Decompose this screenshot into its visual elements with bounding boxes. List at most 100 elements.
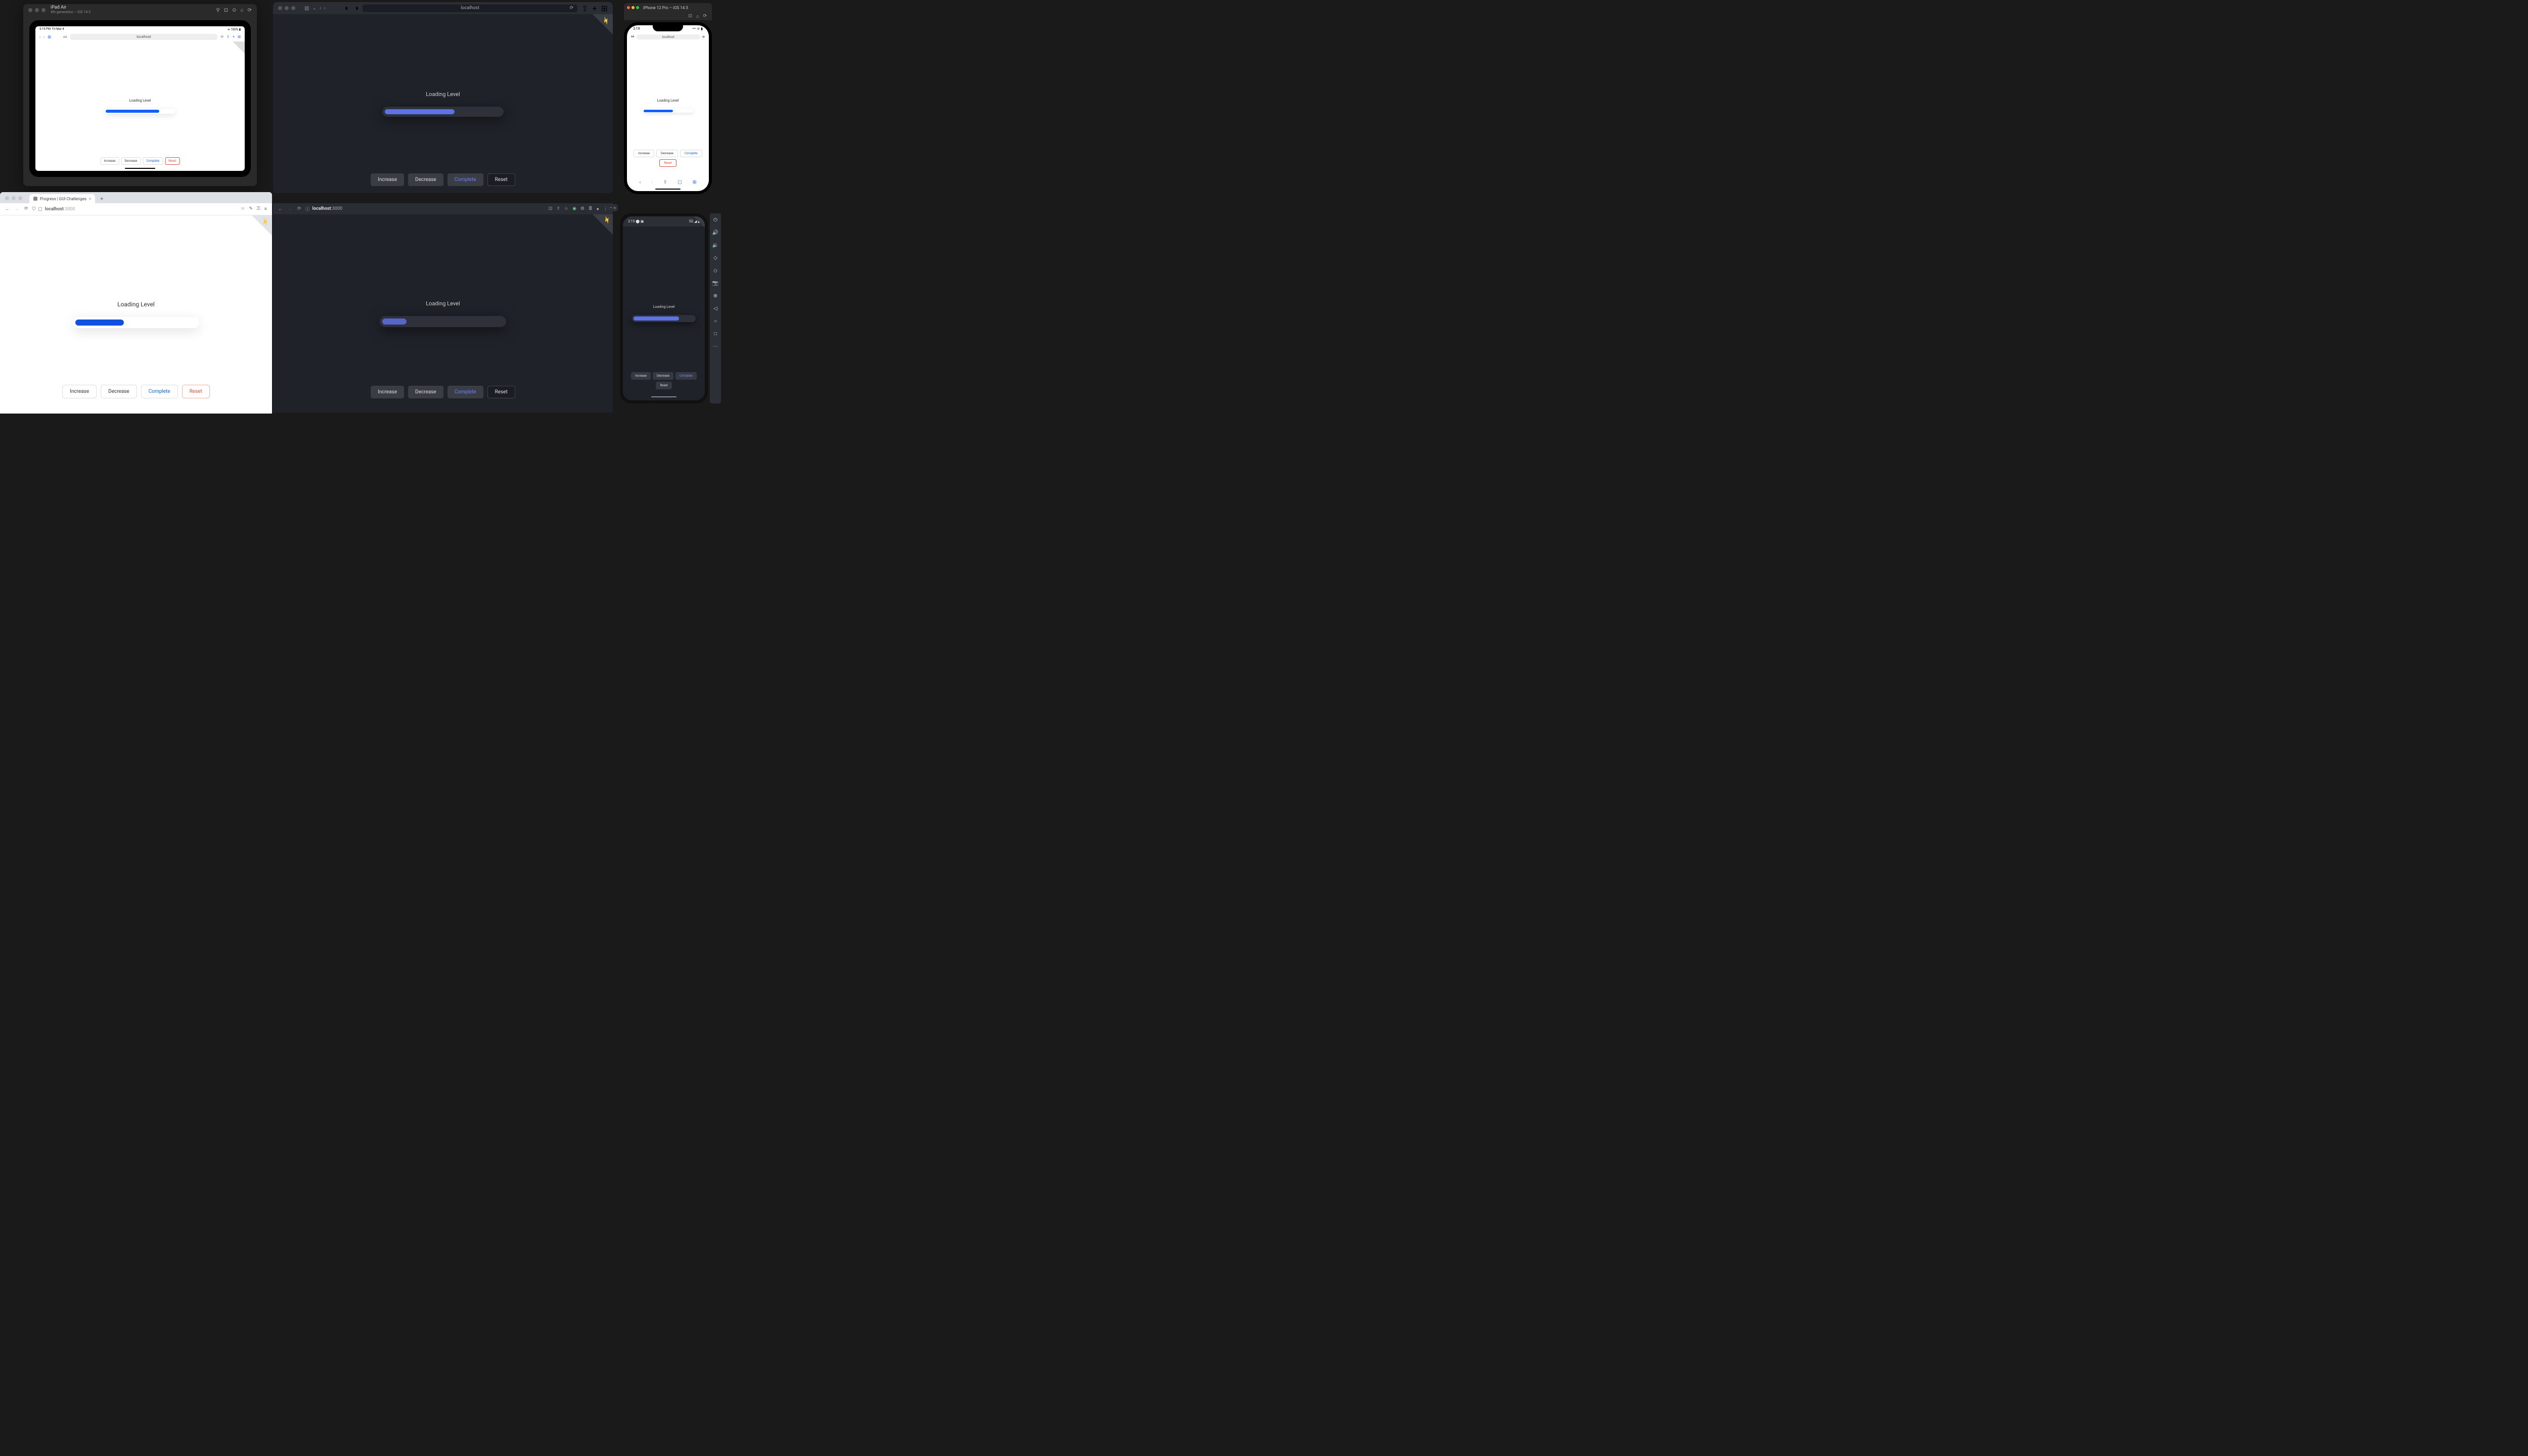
reload-icon[interactable]: ⟳ [297,206,301,212]
reload-icon[interactable]: ⟳ [220,35,223,39]
close-tab-icon[interactable]: × [89,197,91,201]
forward-icon[interactable]: › [43,35,44,39]
shield-icon[interactable]: ⛉ [32,207,36,212]
decrease-button[interactable]: Decrease [656,150,678,157]
reset-button[interactable]: Reset [656,382,671,389]
tabs-icon[interactable]: ⊞ [693,180,697,185]
reset-button[interactable]: Reset [487,173,515,186]
back-icon[interactable]: ← [5,206,10,212]
decrease-button[interactable]: Decrease [408,173,443,186]
dropdown-icon[interactable]: ⌄ [312,6,316,11]
url-field[interactable]: ⓘ localhost:3000 [305,206,545,212]
share-icon[interactable]: ⇧ [581,4,588,13]
sidebar-icon[interactable]: ▥ [48,35,51,39]
avatar-icon[interactable]: ● [597,206,599,212]
home-icon[interactable]: ⌂ [241,8,244,13]
zoom-icon[interactable]: ⊕ [713,293,717,299]
star-icon[interactable]: ☆ [241,206,245,212]
app-icon[interactable]: ⊡ [549,206,553,211]
window-traffic-lights[interactable] [5,196,22,200]
back-icon[interactable]: ‹ [320,6,321,11]
pin-icon[interactable]: ⚲ [216,8,219,13]
iphone-home-indicator[interactable] [655,189,681,190]
pen-icon[interactable]: ✎ [249,206,253,212]
home-icon[interactable]: ⌂ [696,14,699,19]
camera-icon[interactable]: 📷 [712,281,718,286]
volume-up-icon[interactable]: 🔊 [712,230,718,236]
emulator-close-bar[interactable]: — × [607,204,618,211]
ipad-home-indicator[interactable] [125,168,155,169]
iphone-url-field[interactable]: localhost [637,34,700,39]
devtools-corner-icon[interactable] [593,14,613,34]
increase-button[interactable]: Increase [371,386,404,398]
rotate-icon[interactable]: ⟳ [703,14,707,19]
screenshot-icon[interactable]: ⊡ [688,14,692,19]
window-traffic-lights[interactable] [278,6,295,10]
extension-icon[interactable]: ◉ [572,206,576,211]
info-icon[interactable]: ⓘ [305,206,310,212]
share-icon[interactable]: ⇧ [227,35,230,39]
reload-icon[interactable]: ⟳ [24,206,28,212]
increase-button[interactable]: Increase [634,150,654,157]
volume-down-icon[interactable]: 🔉 [712,243,718,248]
complete-button[interactable]: Complete [675,372,697,380]
back-icon[interactable]: ◁ [713,306,717,311]
complete-button[interactable]: Complete [447,173,483,186]
newtab-icon[interactable]: + [593,4,597,13]
sidebar-icon[interactable]: ▥ [304,6,309,11]
key-icon[interactable]: ⚿ [257,206,260,212]
reset-button[interactable]: Reset [165,157,179,165]
back-icon[interactable]: ‹ [639,180,641,185]
ipad-url-field[interactable]: localhost [70,34,218,40]
tabs-icon[interactable]: ⊞ [238,35,241,39]
screenshot-icon[interactable]: ⊡ [224,8,228,13]
increase-button[interactable]: Increase [101,157,119,165]
star-icon[interactable]: ☆ [564,206,568,211]
complete-button[interactable]: Complete [447,386,483,398]
reset-button[interactable]: Reset [487,386,515,398]
reload-icon[interactable]: ⟳ [570,6,574,11]
record-icon[interactable]: ⊙ [232,8,236,13]
decrease-button[interactable]: Decrease [408,386,443,398]
reset-button[interactable]: Reset [659,159,676,167]
more-icon[interactable]: ⋯ [713,344,718,349]
safari-url-field[interactable]: localhost ⟳ [363,5,577,12]
bookmarks-icon[interactable]: ▢ [678,180,682,185]
rotate-left-icon[interactable]: ◇ [713,255,717,261]
new-tab-button[interactable]: + [97,196,106,203]
decrease-button[interactable]: Decrease [653,372,673,380]
menu-icon[interactable]: ≡ [264,206,267,212]
overview-icon[interactable]: □ [714,331,717,337]
shield-icon[interactable]: ◐ [345,3,350,13]
devtools-corner-icon[interactable] [252,215,272,236]
theme-icon[interactable]: ◑ [354,3,359,13]
extensions-icon[interactable]: ⚙ [580,206,584,211]
window-traffic-lights[interactable] [28,8,46,12]
forward-icon[interactable]: → [15,206,19,212]
increase-button[interactable]: Increase [62,385,97,398]
devtools-corner-icon[interactable] [694,216,705,228]
window-traffic-lights[interactable] [627,6,639,9]
reload-icon[interactable]: ⟳ [702,35,705,39]
url-field[interactable]: ⛉ ▢ localhost:3000 [32,207,237,212]
info-icon[interactable]: ▢ [38,207,42,212]
android-home-indicator[interactable] [651,396,676,397]
back-icon[interactable]: ← [278,206,283,212]
decrease-button[interactable]: Decrease [121,157,141,165]
reset-button[interactable]: Reset [182,385,210,398]
complete-button[interactable]: Complete [141,385,178,398]
increase-button[interactable]: Increase [371,173,404,186]
browser-tab[interactable]: Progress | GUI Challenges × [29,194,95,203]
home-icon[interactable]: ○ [714,318,717,324]
list-icon[interactable]: ≣ [589,206,593,211]
forward-icon[interactable]: → [288,206,292,212]
newtab-icon[interactable]: + [233,35,235,39]
complete-button[interactable]: Complete [143,157,163,165]
complete-button[interactable]: Complete [680,150,702,157]
forward-icon[interactable]: › [651,180,653,185]
share-icon[interactable]: ⇧ [663,180,667,185]
increase-button[interactable]: Increase [631,372,651,380]
rotate-icon[interactable]: ⟳ [248,8,252,13]
decrease-button[interactable]: Decrease [101,385,137,398]
rotate-right-icon[interactable]: ◇ [713,268,717,274]
